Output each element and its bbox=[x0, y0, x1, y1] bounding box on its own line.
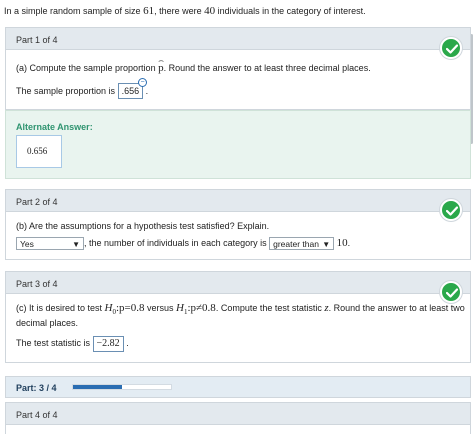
select-value: greater than bbox=[273, 239, 319, 250]
part-1-question: (a) Compute the sample proportion ⌢ p. Ro… bbox=[16, 55, 371, 74]
q1-prefix: (a) Compute the sample proportion bbox=[16, 63, 159, 73]
part-3-question: (c) It is desired to test H0:p=0.8 versu… bbox=[16, 302, 465, 316]
part-4-title: Part 4 of 4 bbox=[16, 410, 58, 420]
part-1-card: Part 1 of 4 (a) Compute the sample propo… bbox=[5, 27, 471, 110]
alternate-answer-value: 0.656 bbox=[27, 146, 48, 156]
sample-proportion-answer[interactable]: .656− bbox=[117, 78, 148, 99]
answer-after: . bbox=[126, 338, 129, 348]
success-count: 40 bbox=[204, 5, 216, 17]
versus: versus bbox=[144, 303, 177, 313]
answer-label: The test statistic is bbox=[16, 338, 93, 348]
progress-total: 4 bbox=[51, 383, 57, 393]
sample-size: 61 bbox=[143, 5, 155, 17]
part-1-header[interactable]: Part 1 of 4 bbox=[6, 28, 470, 50]
part-2-header[interactable]: Part 2 of 4 bbox=[6, 190, 470, 212]
progress-track bbox=[72, 384, 172, 390]
progress-label: Part: 3 / 4 bbox=[16, 383, 57, 393]
part-3-header[interactable]: Part 3 of 4 bbox=[6, 272, 470, 294]
middle-text: , the number of individuals in each cate… bbox=[84, 238, 270, 248]
part-4-header[interactable]: Part 4 of 4 bbox=[6, 403, 470, 425]
h0-rest: :p=0.8 bbox=[115, 302, 145, 314]
intro-suffix: individuals in the category of interest. bbox=[215, 6, 366, 16]
correct-check-icon bbox=[440, 37, 462, 59]
p-hat-symbol: ⌢ p bbox=[158, 55, 164, 74]
intro-prefix: In a simple random sample of size bbox=[4, 6, 144, 16]
threshold-value: 10 bbox=[336, 237, 348, 249]
alternate-answer-panel: Alternate Answer: 0.656 bbox=[5, 110, 471, 179]
problem-intro: In a simple random sample of size 61, th… bbox=[4, 5, 470, 17]
hat-icon: ⌢ bbox=[158, 55, 165, 65]
dropdown-arrow-icon: ▼ bbox=[72, 240, 80, 250]
end-period: . bbox=[347, 238, 351, 248]
part-4-card: Part 4 of 4 bbox=[5, 402, 471, 434]
assumption-select[interactable]: Yes ▼ bbox=[16, 237, 84, 251]
answer-value: .656 bbox=[121, 86, 140, 96]
answer-label: The sample proportion is bbox=[16, 86, 118, 96]
q3-mid: . Compute the test statistic bbox=[215, 303, 325, 313]
test-statistic-answer[interactable]: −2.82 bbox=[92, 336, 124, 352]
progress-fill bbox=[73, 385, 122, 389]
part-2-title: Part 2 of 4 bbox=[16, 197, 58, 207]
h1-letter: H bbox=[176, 302, 184, 314]
correct-check-icon bbox=[440, 281, 462, 303]
part-3-answer-line: The test statistic is −2.82 . bbox=[16, 336, 129, 352]
h1-rest: :p≠0.8 bbox=[187, 302, 216, 314]
part-3-card: Part 3 of 4 (c) It is desired to test H0… bbox=[5, 271, 471, 363]
part-3-question-line2: decimal places. bbox=[16, 318, 79, 328]
alternate-answer-title: Alternate Answer: bbox=[16, 122, 93, 132]
progress-separator: / bbox=[44, 383, 52, 393]
correct-check-icon bbox=[440, 199, 462, 221]
null-hypothesis: H0:p=0.8 bbox=[105, 302, 145, 316]
alt-hypothesis: H1:p≠0.8 bbox=[176, 302, 216, 316]
q3-prefix: (c) It is desired to test bbox=[16, 303, 105, 313]
part-1-answer-line: The sample proportion is .656− . bbox=[16, 78, 149, 99]
part-3-title: Part 3 of 4 bbox=[16, 279, 58, 289]
q3-suffix: . Round the answer to at least two bbox=[328, 303, 465, 313]
progress-prefix: Part: bbox=[16, 383, 40, 393]
part-2-answer-line: Yes ▼ , the number of individuals in eac… bbox=[16, 237, 351, 251]
part-1-title: Part 1 of 4 bbox=[16, 35, 58, 45]
q1-suffix: . Round the answer to at least three dec… bbox=[163, 63, 371, 73]
alternate-answer-box: 0.656 bbox=[16, 135, 62, 168]
part-2-question: (b) Are the assumptions for a hypothesis… bbox=[16, 221, 270, 231]
intro-middle: , there were bbox=[154, 6, 205, 16]
answer-after: . bbox=[145, 86, 149, 96]
select-value: Yes bbox=[20, 239, 34, 250]
comparison-select[interactable]: greater than ▼ bbox=[269, 237, 335, 251]
part-2-card: Part 2 of 4 (b) Are the assumptions for … bbox=[5, 189, 471, 260]
dropdown-arrow-icon: ▼ bbox=[322, 240, 331, 250]
progress-panel: Part: 3 / 4 bbox=[5, 376, 471, 398]
